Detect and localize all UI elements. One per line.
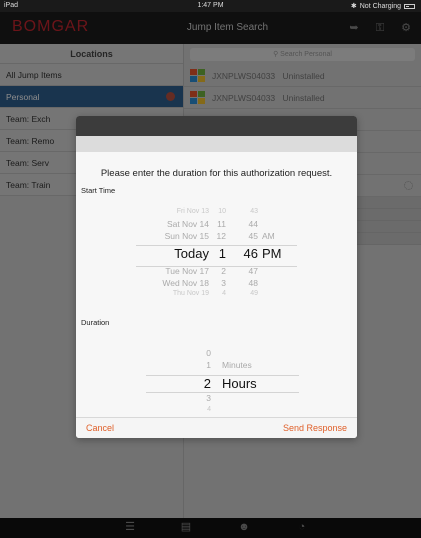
send-response-button[interactable]: Send Response — [283, 423, 347, 433]
duration-unit: Hours — [222, 376, 257, 391]
picker-day: Wed Nov 18 — [162, 278, 209, 288]
battery-icon — [404, 3, 415, 9]
start-time-label: Start Time — [81, 186, 116, 195]
duration-value: 4 — [207, 406, 211, 413]
picker-day: Thu Nov 19 — [172, 290, 209, 297]
picker-hour: 3 — [221, 278, 226, 288]
dialog-titlebar — [76, 116, 357, 136]
picker-minute: 46 — [243, 246, 258, 261]
picker-ampm: PM — [262, 246, 282, 261]
duration-value: 1 — [206, 360, 211, 370]
picker-ampm: AM — [262, 231, 275, 241]
duration-label: Duration — [81, 318, 110, 327]
dialog-footer: Cancel Send Response — [76, 417, 357, 438]
duration-value: 3 — [206, 393, 211, 403]
start-time-picker[interactable]: Fri Nov 13 10 43 Sat Nov 14 11 44 Sun Nov 15 12… — [76, 208, 357, 303]
picker-minute: 47 — [248, 266, 258, 276]
duration-value: 2 — [203, 376, 211, 391]
battery-label: Not Charging — [359, 2, 401, 10]
picker-minute: 49 — [250, 290, 258, 297]
duration-picker[interactable]: 0 1 Minutes 2 Hours 3 4 — [76, 348, 357, 418]
duration-value: 0 — [206, 348, 211, 358]
battery-status: ✱ Not Charging — [351, 2, 415, 10]
duration-unit: Minutes — [222, 360, 252, 370]
picker-day: Tue Nov 17 — [165, 266, 209, 276]
picker-minute: 43 — [250, 208, 258, 215]
picker-day: Sun Nov 15 — [164, 231, 209, 241]
picker-minute: 44 — [248, 219, 258, 229]
bluetooth-icon: ✱ — [350, 3, 357, 10]
status-bar: iPad 1:47 PM ✱ Not Charging — [0, 0, 421, 12]
picker-minute: 48 — [248, 278, 258, 288]
cancel-button[interactable]: Cancel — [86, 423, 114, 433]
picker-hour: 12 — [216, 231, 226, 241]
picker-minute: 45 — [248, 231, 258, 241]
picker-hour: 10 — [218, 208, 226, 215]
picker-day: Sat Nov 14 — [166, 219, 209, 229]
picker-day: Today — [174, 246, 209, 261]
picker-hour: 11 — [217, 219, 226, 229]
picker-hour: 4 — [222, 290, 226, 297]
dialog-prompt: Please enter the duration for this autho… — [100, 168, 333, 179]
picker-day: Fri Nov 13 — [176, 208, 209, 215]
dialog-subbar — [76, 136, 357, 152]
authorization-dialog: Please enter the duration for this autho… — [76, 116, 357, 438]
picker-hour: 1 — [218, 246, 226, 261]
picker-hour: 2 — [221, 266, 226, 276]
